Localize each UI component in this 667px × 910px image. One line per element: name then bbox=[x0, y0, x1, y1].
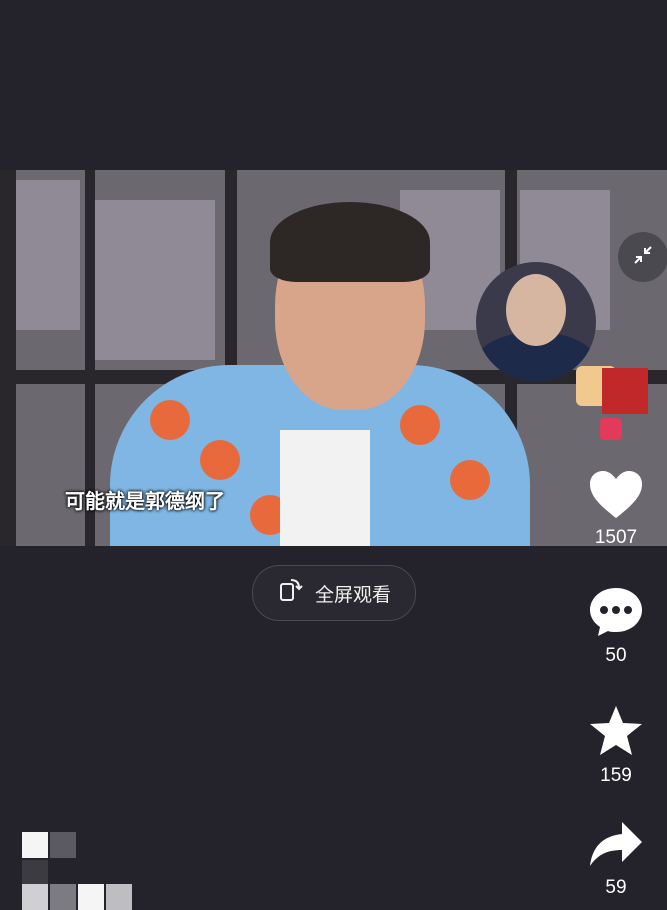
fullscreen-label: 全屏观看 bbox=[314, 584, 391, 606]
video-subtitle: 可能就是郭德纲了 bbox=[65, 491, 225, 513]
like-button[interactable]: 1507 bbox=[584, 470, 648, 549]
mosaic-block bbox=[78, 884, 104, 910]
window-frame bbox=[0, 170, 16, 546]
comment-icon bbox=[588, 586, 644, 643]
presenter-hair bbox=[270, 202, 430, 282]
shirt-pattern bbox=[150, 400, 190, 440]
heart-icon bbox=[588, 470, 644, 525]
mosaic-block bbox=[50, 884, 76, 910]
video-player[interactable]: 可能就是郭德纲了 bbox=[0, 170, 667, 546]
author-avatar[interactable] bbox=[576, 348, 656, 440]
shrink-icon bbox=[631, 243, 655, 272]
follow-badge[interactable] bbox=[600, 418, 622, 440]
comment-button[interactable]: 50 bbox=[584, 586, 648, 667]
mosaic-block bbox=[106, 884, 132, 910]
tshirt bbox=[280, 430, 370, 546]
comment-count: 50 bbox=[605, 645, 627, 666]
share-count: 59 bbox=[605, 877, 627, 898]
favorite-count: 159 bbox=[600, 765, 632, 786]
favorite-button[interactable]: 159 bbox=[584, 704, 648, 787]
inset-face bbox=[506, 274, 566, 346]
mosaic-block bbox=[50, 832, 76, 858]
mosaic-block bbox=[22, 832, 48, 858]
avatar-tile bbox=[602, 368, 648, 414]
shirt-pattern bbox=[450, 460, 490, 500]
share-button[interactable]: 59 bbox=[584, 820, 648, 899]
rotate-phone-icon bbox=[277, 576, 305, 610]
star-icon bbox=[588, 704, 644, 763]
window-pane bbox=[10, 180, 80, 330]
fullscreen-button[interactable]: 全屏观看 bbox=[252, 565, 416, 621]
like-count: 1507 bbox=[594, 527, 638, 548]
share-icon bbox=[588, 820, 644, 875]
shirt-pattern bbox=[200, 440, 240, 480]
mosaic-block bbox=[22, 860, 48, 886]
shirt-pattern bbox=[400, 405, 440, 445]
mosaic-block bbox=[22, 884, 48, 910]
exit-fullscreen-button[interactable] bbox=[618, 232, 667, 282]
